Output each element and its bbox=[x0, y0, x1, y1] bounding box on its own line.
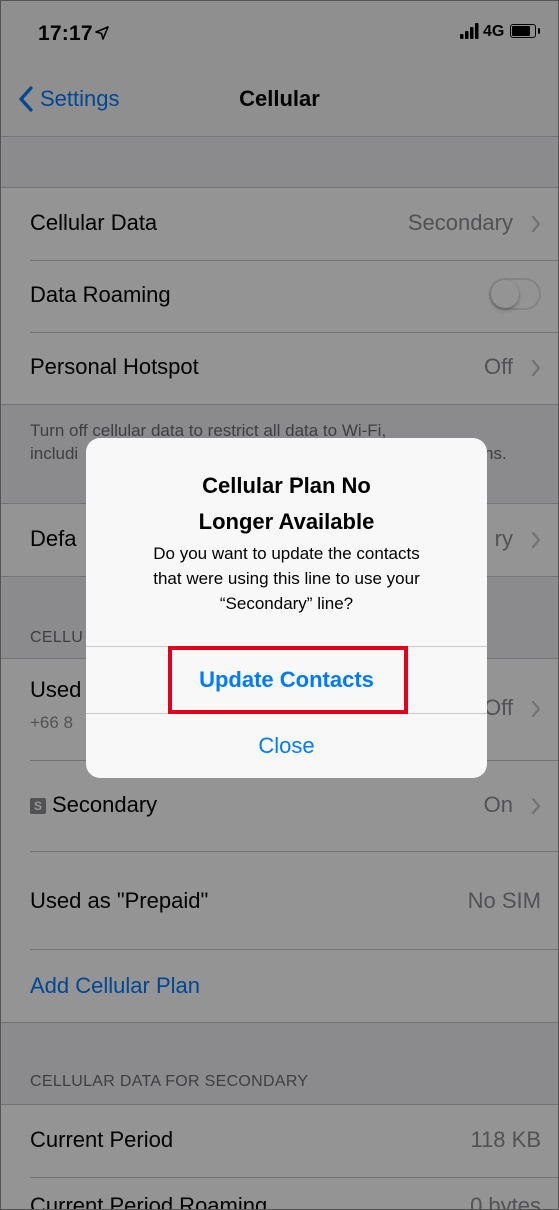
alert-title-line-2: Longer Available bbox=[198, 509, 375, 534]
highlight-box bbox=[168, 646, 408, 714]
alert-message-line-3: “Secondary” line? bbox=[219, 594, 354, 613]
alert-message-line-1: Do you want to update the contacts bbox=[153, 544, 420, 563]
close-label: Close bbox=[258, 733, 315, 758]
alert-title: Cellular Plan No Longer Available bbox=[86, 468, 487, 540]
alert-message: Do you want to update the contacts that … bbox=[116, 541, 457, 616]
alert-title-line-1: Cellular Plan No bbox=[202, 473, 371, 498]
close-button[interactable]: Close bbox=[86, 714, 487, 778]
alert-message-line-2: that were using this line to use your bbox=[153, 569, 420, 588]
alert-dialog: Cellular Plan No Longer Available Do you… bbox=[86, 438, 487, 778]
cellular-settings-screen: 17:17 4G Settings Cellular Cellular Data… bbox=[0, 0, 559, 1210]
